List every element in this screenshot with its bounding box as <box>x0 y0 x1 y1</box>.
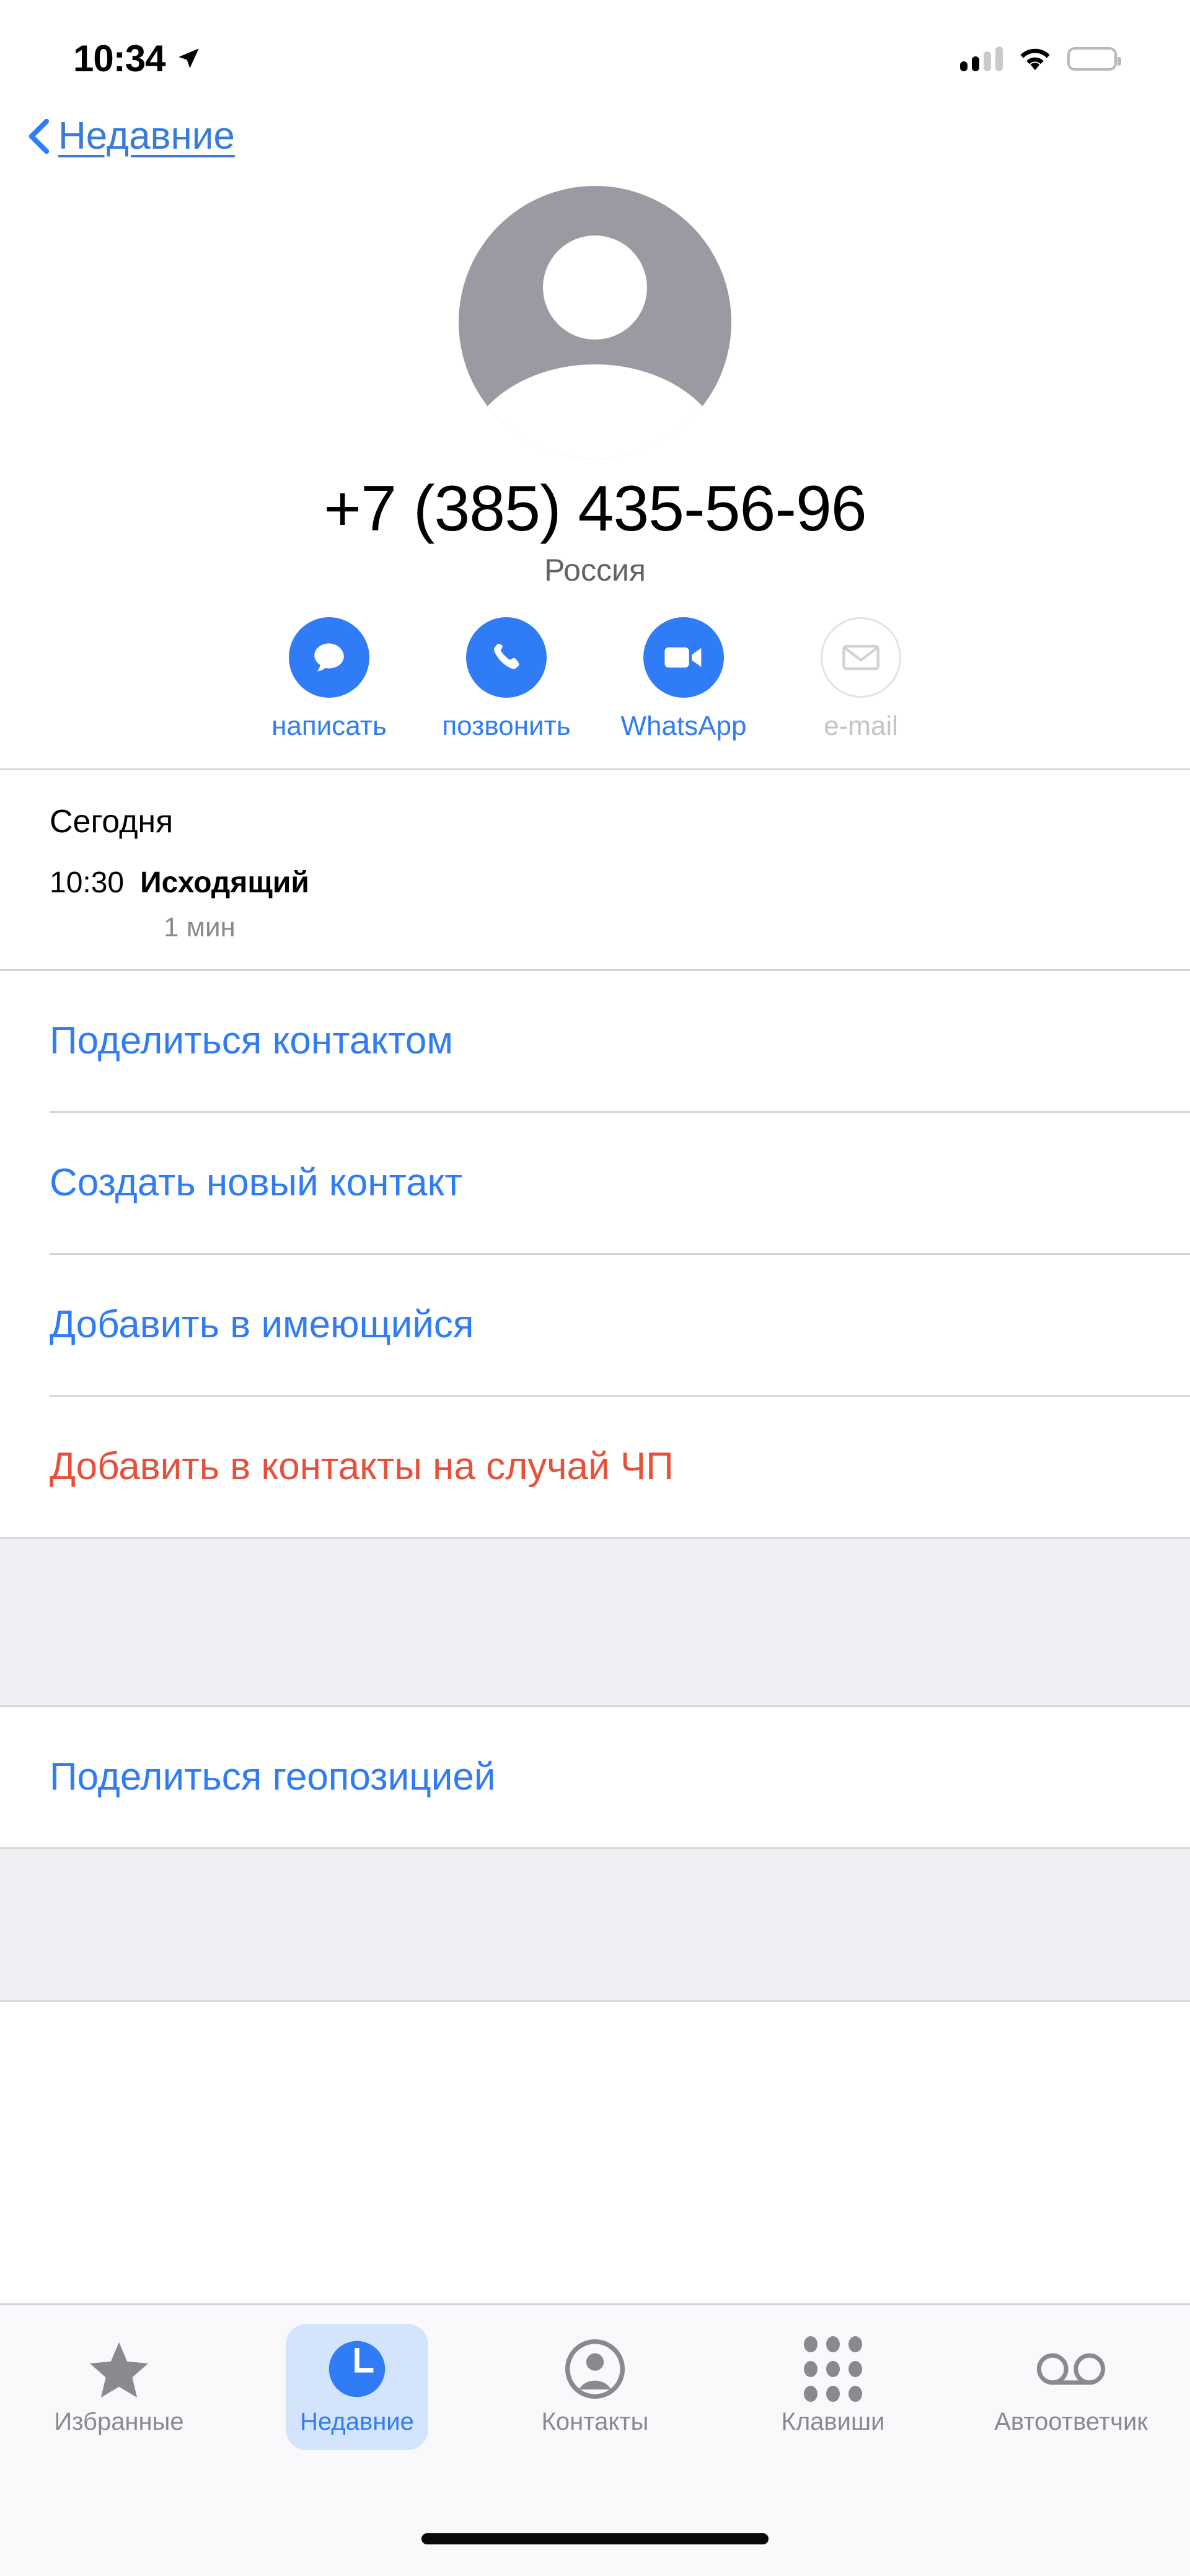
section-gap-1 <box>0 1537 1190 1708</box>
phone-contact-detail-screen: 10:34 Недавние +7 (385) 435-56-96 Россия… <box>0 0 1190 2576</box>
tab-bar: Избранные Недавние Контакты Клавиши Авто… <box>0 2303 1190 2502</box>
call-history-row: 10:30 Исходящий <box>0 865 1190 901</box>
call-history-section: Сегодня 10:30 Исходящий 1 мин <box>0 770 1190 970</box>
location-arrow-icon <box>178 48 200 68</box>
tab-keypad[interactable]: Клавиши <box>714 2324 952 2450</box>
home-indicator[interactable] <box>421 2533 769 2544</box>
avatar-body-shape <box>462 364 728 459</box>
action-message-label: написать <box>271 710 387 741</box>
content-spacer <box>0 2002 1190 2303</box>
action-call-label: позвонить <box>442 710 571 741</box>
voicemail-icon <box>1036 2335 1106 2403</box>
battery-icon <box>1067 47 1121 71</box>
tab-keypad-label: Клавиши <box>781 2408 885 2435</box>
envelope-icon <box>821 617 901 698</box>
call-history-day-title: Сегодня <box>50 804 174 840</box>
person-circle-icon <box>565 2335 625 2403</box>
tab-voicemail[interactable]: Автоответчик <box>952 2324 1190 2450</box>
back-button[interactable]: Недавние <box>27 117 235 156</box>
contact-phone-number: +7 (385) 435-56-96 <box>324 473 866 545</box>
back-button-label: Недавние <box>58 115 235 157</box>
action-call[interactable]: позвонить <box>442 617 571 743</box>
contact-actions-group: Поделиться контактом Создать новый конта… <box>0 971 1190 1537</box>
tab-voicemail-label: Автоответчик <box>994 2408 1148 2435</box>
person-placeholder-avatar <box>459 186 731 459</box>
chevron-left-icon <box>29 119 50 154</box>
clock-icon <box>327 2335 387 2403</box>
action-message[interactable]: написать <box>270 617 388 743</box>
call-time: 10:30 <box>50 866 125 899</box>
avatar-head-shape <box>543 235 647 340</box>
video-camera-icon <box>643 617 724 698</box>
menu-item-share-contact[interactable]: Поделиться контактом <box>0 971 1190 1111</box>
menu-item-add-to-existing[interactable]: Добавить в имеющийся <box>0 1255 1190 1395</box>
tab-contacts-label: Контакты <box>541 2408 649 2435</box>
message-bubble-icon <box>289 617 369 698</box>
status-bar-right <box>960 46 1121 71</box>
menu-item-create-new-contact[interactable]: Создать новый контакт <box>0 1113 1190 1253</box>
wifi-icon <box>1020 48 1050 71</box>
call-duration: 1 мин <box>164 912 236 943</box>
tab-favorites[interactable]: Избранные <box>0 2324 238 2450</box>
status-bar: 10:34 <box>0 0 1190 93</box>
section-gap-2 <box>0 1847 1190 2003</box>
phone-handset-icon <box>466 617 547 698</box>
action-whatsapp[interactable]: WhatsApp <box>621 617 747 743</box>
tab-recents-label: Недавние <box>300 2408 414 2435</box>
contact-country-label: Россия <box>544 552 646 587</box>
action-whatsapp-label: WhatsApp <box>620 710 747 741</box>
quick-actions-row: написать позвонить WhatsApp e-mail <box>270 617 920 769</box>
action-email-label: e-mail <box>824 710 898 741</box>
navigation-bar: Недавние <box>0 93 1190 180</box>
contact-header: +7 (385) 435-56-96 Россия написать позво… <box>0 180 1190 769</box>
cellular-signal-icon <box>960 46 1003 71</box>
action-email: e-mail <box>802 617 920 743</box>
menu-item-add-emergency-contact[interactable]: Добавить в контакты на случай ЧП <box>0 1397 1190 1537</box>
tab-recents[interactable]: Недавние <box>238 2324 476 2450</box>
call-type: Исходящий <box>140 866 309 899</box>
location-actions-group: Поделиться геопозицией <box>0 1707 1190 1848</box>
home-indicator-area <box>0 2502 1190 2576</box>
menu-item-share-location[interactable]: Поделиться геопозицией <box>0 1707 1190 1847</box>
tab-favorites-label: Избранные <box>54 2408 184 2435</box>
status-bar-clock: 10:34 <box>73 38 165 79</box>
tab-contacts[interactable]: Контакты <box>476 2324 714 2450</box>
star-icon <box>89 2335 149 2403</box>
status-bar-left: 10:34 <box>73 40 201 77</box>
keypad-icon <box>804 2335 862 2403</box>
